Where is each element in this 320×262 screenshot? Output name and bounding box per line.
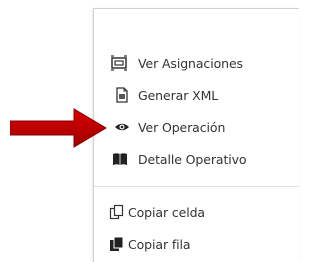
copy-row-icon (109, 236, 125, 252)
menu-item-label: Copiar fila (128, 236, 191, 252)
menu-item-detalle-operativo[interactable]: Detalle Operativo (94, 147, 299, 171)
menu-divider (94, 186, 299, 187)
xml-file-icon (114, 87, 130, 103)
menu-item-copiar-fila[interactable]: Copiar fila (94, 232, 299, 256)
menu-item-label: Ver Asignaciones (138, 55, 243, 71)
menu-item-label: Copiar celda (128, 204, 205, 220)
eye-icon (114, 119, 130, 135)
menu-item-generar-xml[interactable]: Generar XML (94, 83, 299, 107)
red-arrow-icon (10, 108, 107, 148)
book-icon (112, 151, 128, 167)
menu-item-copiar-celda[interactable]: Copiar celda (94, 200, 299, 224)
menu-item-label: Ver Operación (138, 119, 226, 135)
menu-item-ver-operacion[interactable]: Ver Operación (94, 115, 299, 139)
menu-item-ver-asignaciones[interactable]: Ver Asignaciones (94, 51, 299, 75)
menu-item-label: Detalle Operativo (138, 151, 247, 167)
context-menu: Ver Asignaciones Generar XML Ver Operaci… (93, 8, 299, 262)
menu-item-label: Generar XML (138, 87, 219, 103)
assignments-icon (111, 55, 127, 71)
copy-cell-icon (109, 204, 125, 220)
